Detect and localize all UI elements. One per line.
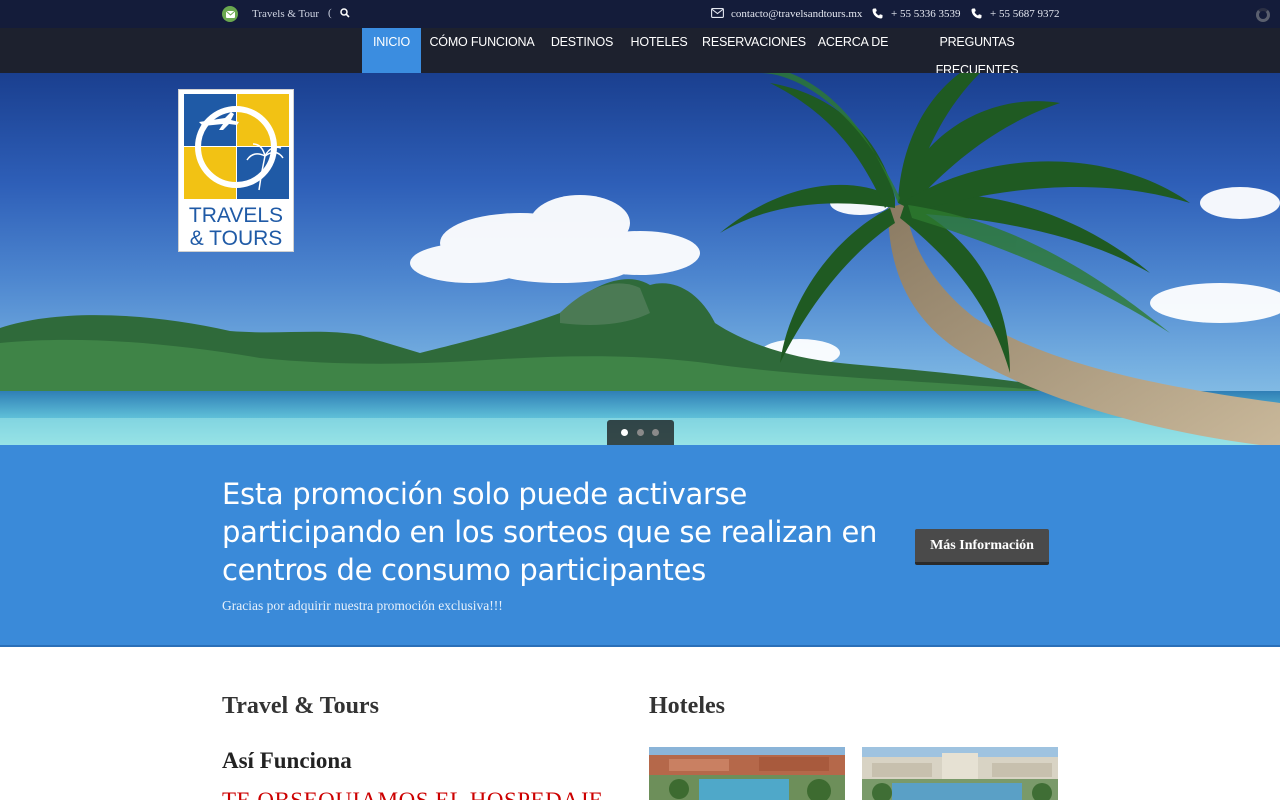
phone-icon <box>872 8 883 22</box>
nav-item-como-funciona[interactable]: CÓMO FUNCIONA <box>426 28 538 73</box>
nav-item-hoteles[interactable]: HOTELES <box>628 28 690 73</box>
nav-item-reservaciones[interactable]: RESERVACIONES <box>702 28 806 73</box>
hotel-thumbnail[interactable] <box>862 747 1058 800</box>
contact-phone-2[interactable]: + 55 5687 9372 <box>990 8 1059 20</box>
nav-item-acerca-de[interactable]: ACERCA DE <box>816 28 890 73</box>
site-name-label: Travels & Tour <box>252 8 320 20</box>
promo-subtext: Gracias por adquirir nuestra promoción e… <box>222 598 503 613</box>
more-info-button[interactable]: Más Información <box>915 529 1049 565</box>
promo-heading: Esta promoción solo puede activarse part… <box>222 477 878 587</box>
truncated-text: ( <box>328 7 332 19</box>
logo-text-line2: & TOURS <box>190 227 283 250</box>
slider-dot[interactable] <box>652 429 659 436</box>
hotels-title: Hoteles <box>649 693 725 719</box>
search-icon[interactable] <box>340 8 350 21</box>
top-bar: Travels & Tour ( contacto@travelsandtour… <box>0 0 1280 28</box>
slider-pagination <box>607 420 674 445</box>
slider-dot[interactable] <box>637 429 644 436</box>
promo-red-text: TE OBSEQUIAMOS EL HOSPEDAJE <box>222 788 603 800</box>
nav-item-inicio[interactable]: INICIO <box>362 28 421 73</box>
loader-icon <box>1256 8 1270 22</box>
logo-text-line1: TRAVELS <box>189 204 283 227</box>
nav-item-destinos[interactable]: DESTINOS <box>548 28 616 73</box>
contact-phone-1[interactable]: + 55 5336 3539 <box>891 8 960 20</box>
main-navigation: INICIO CÓMO FUNCIONA DESTINOS HOTELES RE… <box>0 28 1280 77</box>
envelope-icon <box>711 8 724 21</box>
site-logo[interactable]: TRAVELS & TOURS <box>178 89 294 252</box>
phone-icon <box>971 8 982 22</box>
left-column-title: Travel & Tours <box>222 693 379 719</box>
nav-item-preguntas-frecuentes[interactable]: PREGUNTAS FRECUENTES <box>902 28 1052 77</box>
how-it-works-title: Así Funciona <box>222 748 352 773</box>
hotel-thumbnail[interactable] <box>649 747 845 800</box>
contact-email[interactable]: contacto@travelsandtours.mx <box>731 8 862 20</box>
mail-icon[interactable] <box>222 6 238 22</box>
slider-dot[interactable] <box>621 429 628 436</box>
